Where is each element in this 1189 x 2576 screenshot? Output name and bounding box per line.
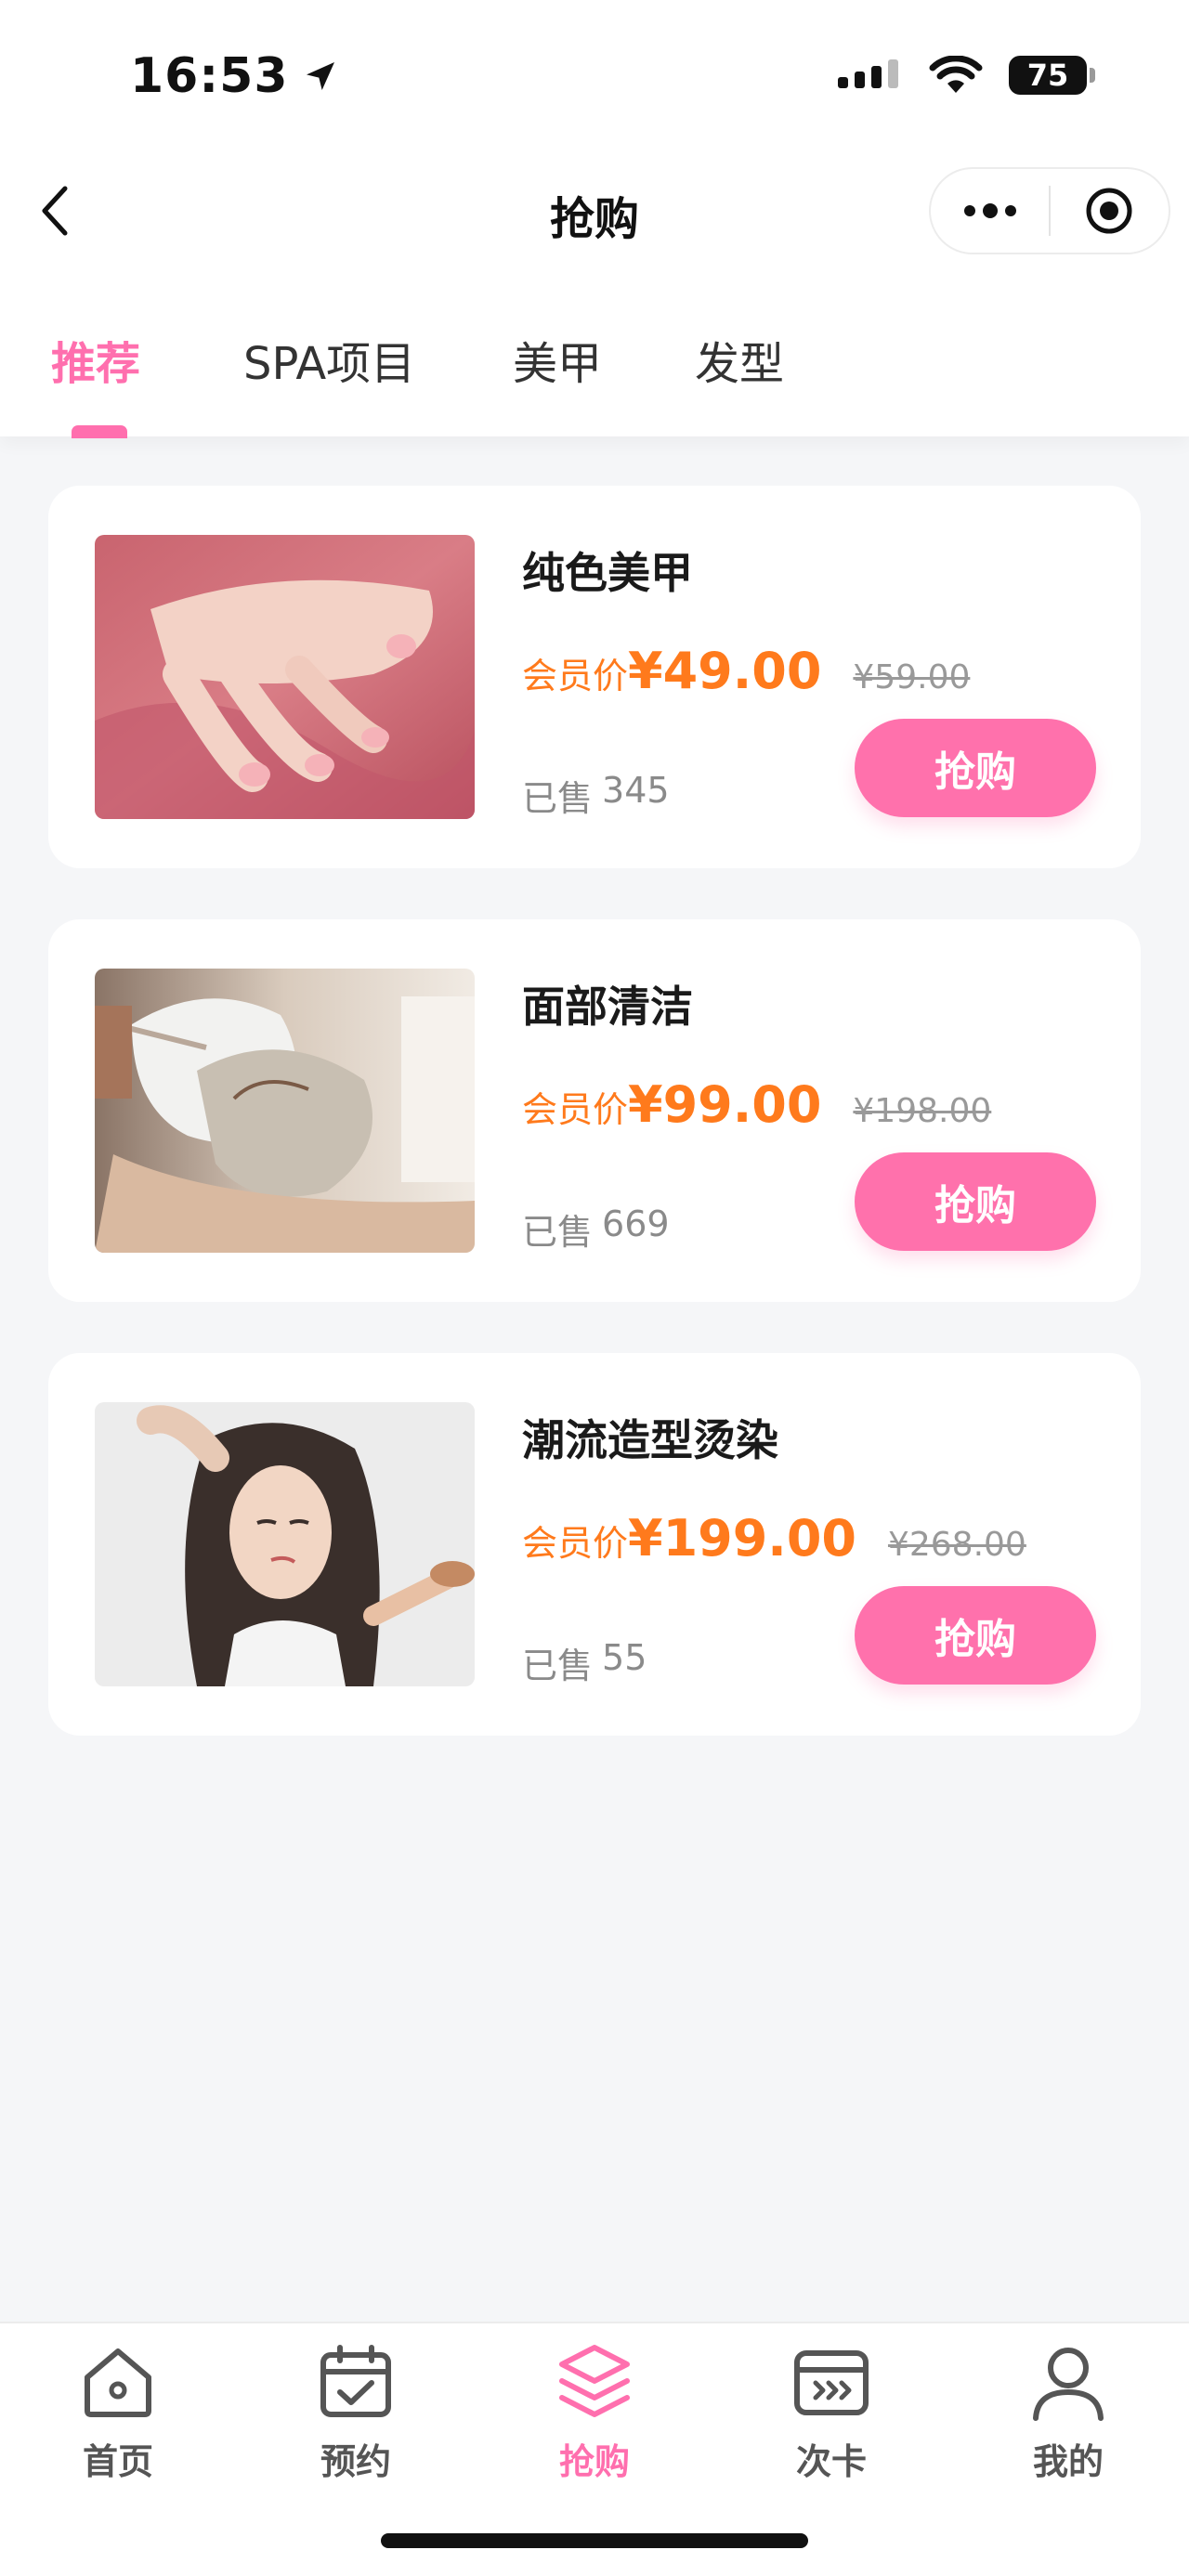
sold-label: 已售 (522, 778, 594, 819)
product-image-facial (95, 969, 475, 1253)
member-price: ¥199.00 (628, 1509, 856, 1568)
price-row: 会员价 ¥199.00 ¥268.00 (522, 1509, 1026, 1568)
home-indicator (381, 2533, 808, 2548)
layers-icon (559, 2345, 630, 2417)
tabbar-item-booking[interactable]: 预约 (263, 2340, 449, 2484)
status-icons: 75 (838, 56, 1095, 95)
header: 16:53 75 抢购 推荐 SPA项目 美甲 发型 (0, 0, 1189, 438)
more-button[interactable] (931, 167, 1049, 254)
original-price: ¥59.00 (853, 658, 971, 696)
product-name: 纯色美甲 (522, 548, 693, 598)
sold-value: 345 (602, 770, 670, 811)
member-price-label: 会员价 (522, 656, 629, 696)
tab-recommend[interactable]: 推荐 (51, 327, 140, 392)
tab-active-indicator (72, 425, 127, 438)
original-price: ¥268.00 (887, 1526, 1026, 1564)
wifi-icon (929, 56, 983, 93)
product-image-hairstyle (95, 1402, 475, 1686)
product-card[interactable]: 潮流造型烫染 会员价 ¥199.00 ¥268.00 已售 55 抢购 (48, 1353, 1141, 1736)
mini-program-capsule (929, 167, 1170, 254)
tabbar-label: 首页 (82, 2441, 153, 2482)
battery-level: 75 (1026, 58, 1069, 93)
status-time-text: 16:53 (130, 48, 289, 104)
buy-button[interactable]: 抢购 (855, 719, 1096, 817)
category-tabs: 推荐 SPA项目 美甲 发型 (0, 316, 1189, 438)
tabbar-label: 我的 (1032, 2441, 1104, 2482)
tab-nail[interactable]: 美甲 (513, 327, 602, 392)
sold-value: 669 (602, 1203, 670, 1244)
buy-button[interactable]: 抢购 (855, 1586, 1096, 1685)
card-icon (794, 2350, 869, 2415)
calendar-check-icon (320, 2345, 391, 2417)
location-arrow-icon (306, 62, 334, 90)
home-icon (85, 2348, 151, 2417)
member-price: ¥99.00 (628, 1075, 822, 1134)
tabbar-item-flash-sale[interactable]: 抢购 (502, 2340, 687, 2484)
sold-count: 已售 55 (522, 1637, 647, 1688)
member-price: ¥49.00 (628, 642, 822, 700)
original-price: ¥198.00 (853, 1092, 992, 1130)
product-card[interactable]: 纯色美甲 会员价 ¥49.00 ¥59.00 已售 345 抢购 (48, 486, 1141, 868)
sold-label: 已售 (522, 1646, 594, 1686)
battery-indicator: 75 (1009, 56, 1095, 95)
product-card[interactable]: 面部清洁 会员价 ¥99.00 ¥198.00 已售 669 抢购 (48, 919, 1141, 1302)
buy-button[interactable]: 抢购 (855, 1152, 1096, 1251)
tabbar-item-card[interactable]: 次卡 (738, 2340, 924, 2484)
close-miniprogram-button[interactable] (1051, 167, 1169, 254)
tab-spa[interactable]: SPA项目 (243, 327, 415, 392)
sold-label: 已售 (522, 1212, 594, 1253)
price-row: 会员价 ¥49.00 ¥59.00 (522, 642, 970, 700)
member-price-label: 会员价 (522, 1089, 629, 1130)
tabbar-label: 次卡 (795, 2441, 867, 2482)
sold-value: 55 (602, 1637, 647, 1678)
tabbar-label: 抢购 (558, 2441, 630, 2482)
more-dots-icon (963, 203, 1016, 218)
price-row: 会员价 ¥99.00 ¥198.00 (522, 1075, 991, 1134)
member-price-label: 会员价 (522, 1523, 629, 1564)
product-name: 潮流造型烫染 (522, 1415, 778, 1465)
page: 16:53 75 抢购 推荐 SPA项目 美甲 发型 纯色美甲 会员价 ¥49.… (0, 0, 1189, 2576)
product-name: 面部清洁 (522, 982, 693, 1032)
tabbar-label: 预约 (320, 2441, 391, 2482)
tab-hair[interactable]: 发型 (695, 327, 784, 392)
user-icon (1033, 2348, 1104, 2421)
target-circle-icon (1086, 188, 1132, 234)
sold-count: 已售 345 (522, 770, 670, 821)
tabbar-item-profile[interactable]: 我的 (975, 2340, 1161, 2484)
tabbar-item-home[interactable]: 首页 (25, 2340, 211, 2484)
status-time: 16:53 (130, 48, 339, 104)
cellular-signal-icon (838, 59, 898, 88)
product-image-nails (95, 535, 475, 819)
sold-count: 已售 669 (522, 1203, 670, 1255)
